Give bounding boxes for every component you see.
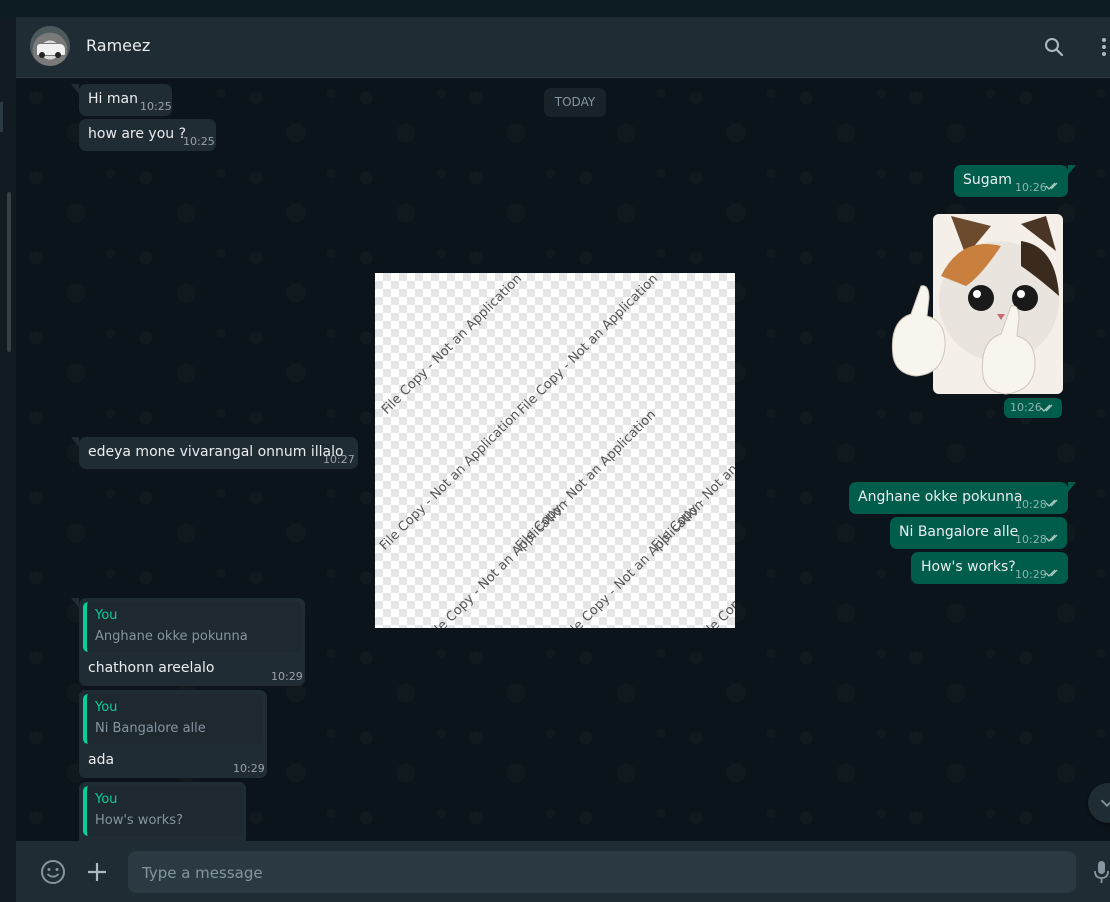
read-receipt-icon (1040, 404, 1053, 412)
message-text: ada (88, 752, 115, 768)
message-incoming-reply[interactable]: You Anghane okke pokunna chathonn areela… (71, 598, 305, 686)
message-incoming-reply[interactable]: You Ni Bangalore alle ada 10:29 (79, 690, 267, 778)
quoted-author: You (95, 608, 118, 623)
quoted-message[interactable]: You How's works? (83, 786, 242, 836)
contact-name[interactable]: Rameez (86, 36, 150, 55)
watermark-text: File Copy - Not an Application (379, 273, 526, 418)
read-receipt-icon (1045, 569, 1058, 577)
watermark-text: File Copy - Not an Application (561, 497, 708, 628)
message-time: 10:28 (1015, 498, 1047, 511)
read-receipt-icon (1045, 499, 1058, 507)
watermark-text: File Copy - Not an Application (515, 273, 662, 418)
chat-header: Rameez (16, 17, 1110, 78)
message-outgoing[interactable]: Anghane okke pokunna 10:28 (849, 482, 1076, 514)
message-time: 10:26 (1015, 181, 1047, 194)
emoji-icon[interactable] (39, 858, 67, 886)
quoted-text: Anghane okke pokunna (95, 629, 248, 644)
message-text: chathonn areelalo (88, 660, 215, 676)
quoted-author: You (95, 792, 118, 807)
message-text: Sugam (963, 172, 1012, 188)
watermark-text: File Copy - Not an Application (377, 407, 524, 554)
message-text: how are you ? (88, 126, 187, 142)
bubble-tail (71, 437, 79, 447)
message-time: 10:25 (140, 100, 172, 113)
message-time: 10:29 (271, 670, 303, 683)
message-time: 10:29 (233, 762, 265, 775)
message-composer (16, 841, 1110, 902)
sticker-crying-cat[interactable] (871, 206, 1066, 396)
quoted-message[interactable]: You Anghane okke pokunna (83, 602, 301, 652)
bubble-tail (71, 598, 79, 608)
bubble-tail (1068, 165, 1076, 175)
watermark-overlay: File Copy - Not an Application File Copy… (375, 273, 735, 628)
quoted-text: Ni Bangalore alle (95, 721, 206, 736)
message-input[interactable] (140, 851, 1068, 895)
message-text: Hi man (88, 91, 138, 107)
message-text: Anghane okke pokunna (858, 489, 1023, 505)
message-time: 10:29 (1015, 568, 1047, 581)
message-incoming[interactable]: Hi man 10:25 (71, 84, 172, 116)
left-panel-edge (0, 17, 17, 902)
message-text: How's works? (921, 559, 1016, 575)
left-panel-scrollbar[interactable] (7, 192, 11, 352)
scroll-to-bottom-button[interactable] (1088, 783, 1110, 823)
quoted-author: You (95, 700, 118, 715)
menu-icon[interactable] (1092, 35, 1110, 59)
quoted-message[interactable]: You Ni Bangalore alle (83, 694, 263, 744)
window-top-bar (0, 0, 1110, 17)
search-icon[interactable] (1042, 35, 1066, 59)
message-time: 10:25 (183, 135, 215, 148)
sticker-timestamp: 10:26 (1004, 398, 1062, 418)
avatar-wheel (55, 52, 61, 58)
message-outgoing[interactable]: How's works? 10:29 (911, 552, 1068, 584)
bubble-tail (1068, 482, 1076, 492)
message-text: edeya mone vivarangal onnum illalo (88, 444, 344, 460)
mic-icon[interactable] (1092, 858, 1110, 886)
message-outgoing[interactable]: Sugam 10:26 (954, 165, 1076, 197)
message-input-wrapper (128, 851, 1076, 895)
message-incoming[interactable]: how are you ? 10:25 (79, 119, 216, 151)
avatar-wheel (39, 52, 45, 58)
message-time: 10:27 (323, 453, 355, 466)
read-receipt-icon (1045, 534, 1058, 542)
date-divider: TODAY (544, 88, 606, 117)
read-receipt-icon (1045, 182, 1058, 190)
message-text: Ni Bangalore alle (899, 524, 1019, 540)
quoted-text: How's works? (95, 813, 183, 828)
message-outgoing[interactable]: Ni Bangalore alle 10:28 (890, 517, 1067, 549)
left-panel-marker (0, 102, 3, 132)
message-incoming[interactable]: edeya mone vivarangal onnum illalo 10:27 (71, 437, 358, 469)
avatar[interactable] (30, 26, 70, 66)
bubble-tail (71, 84, 79, 94)
watermark-text: File Copy - Not an Application (425, 497, 572, 628)
message-time: 10:26 (1010, 401, 1042, 414)
message-incoming-reply[interactable]: You How's works? (79, 782, 246, 841)
message-time: 10:28 (1015, 533, 1047, 546)
chevron-down-icon (1100, 799, 1110, 808)
plus-icon[interactable] (83, 858, 111, 886)
watermark-text: File Copy - Not an Application (697, 497, 735, 628)
